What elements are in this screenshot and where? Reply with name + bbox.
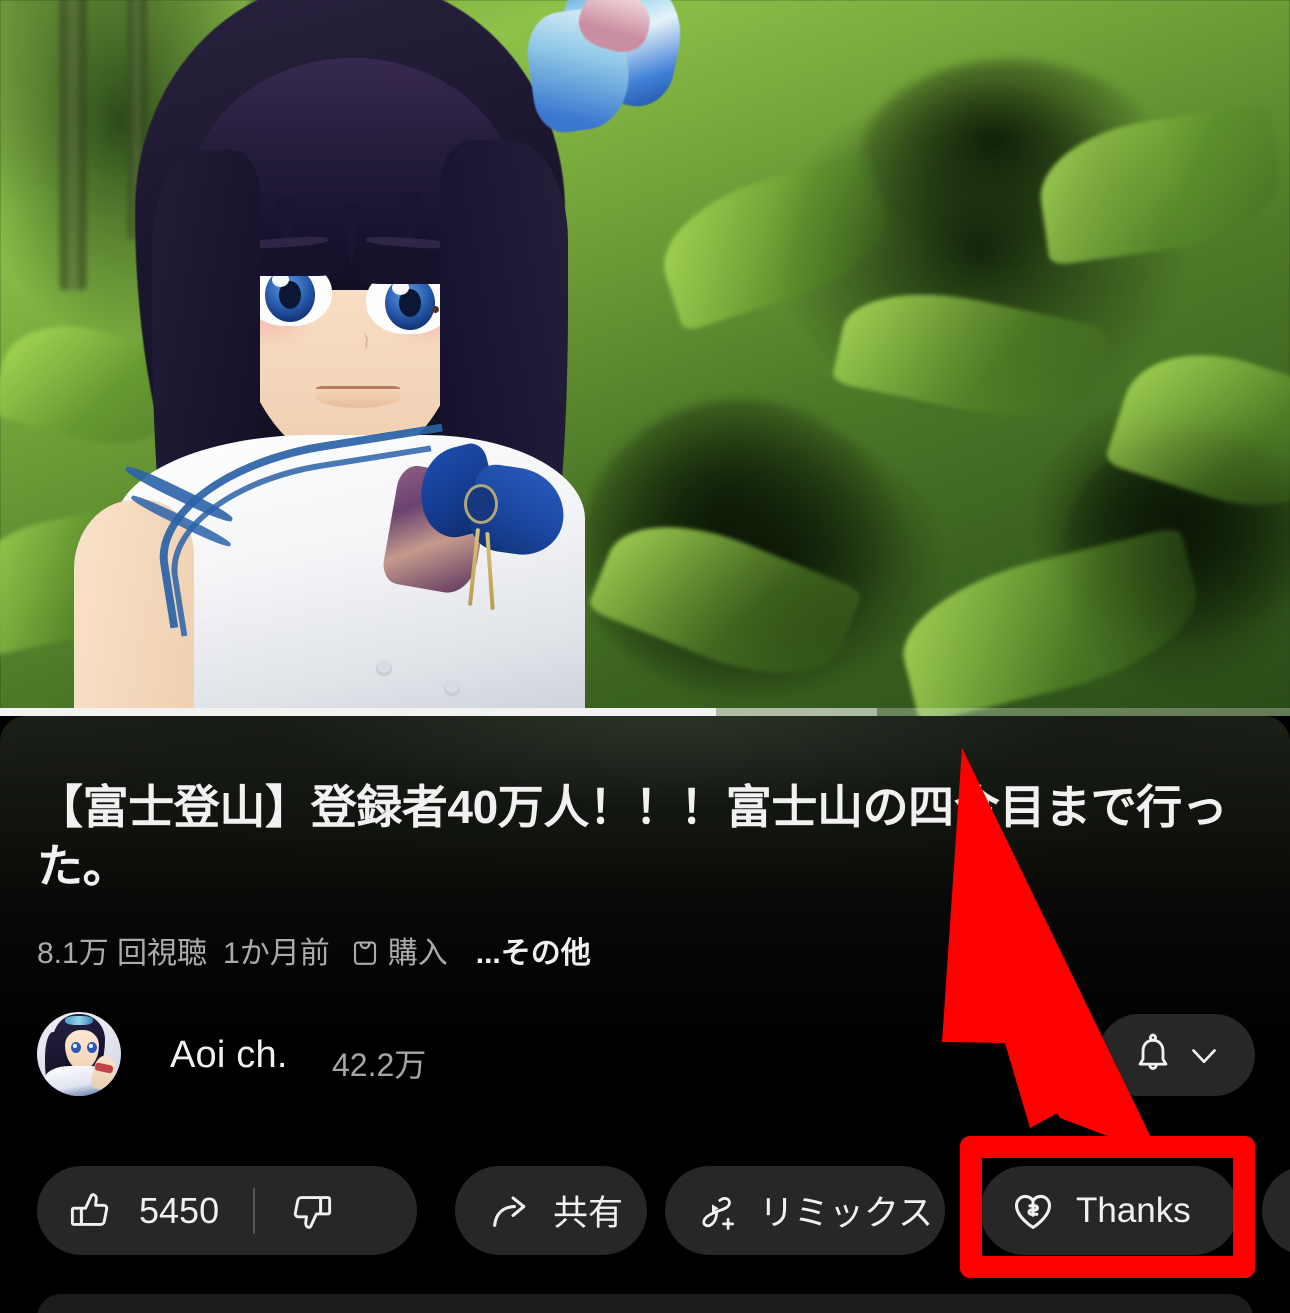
- thumbs-down-icon[interactable]: [289, 1188, 335, 1234]
- shopping-bag-icon: [350, 933, 380, 967]
- like-count: 5450: [139, 1189, 220, 1231]
- annotation-highlight-box: [960, 1136, 1255, 1278]
- channel-avatar[interactable]: [37, 1012, 121, 1096]
- remix-icon: [693, 1187, 741, 1235]
- vtuber-character: [60, 0, 693, 716]
- video-player[interactable]: [0, 0, 1290, 716]
- video-metadata[interactable]: 8.1万 回視聴 1か月前 購入 ...その他: [37, 928, 591, 972]
- overflow-action-button[interactable]: [1262, 1166, 1290, 1255]
- channel-row: Aoi ch. 42.2万: [0, 1006, 1290, 1110]
- notification-bell-button[interactable]: [1098, 1014, 1255, 1096]
- chevron-down-icon: [1186, 1037, 1222, 1073]
- channel-name[interactable]: Aoi ch.: [170, 1034, 288, 1077]
- video-title[interactable]: 【富士登山】登録者40万人！！！富士山の四合目まで行った。: [37, 778, 1255, 896]
- more-link[interactable]: ...その他: [476, 928, 591, 972]
- remix-label: リミックス: [759, 1194, 933, 1233]
- thumbs-up-icon[interactable]: [67, 1188, 113, 1234]
- subscriber-count: 42.2万: [332, 1047, 427, 1083]
- bell-icon: [1132, 1032, 1174, 1078]
- video-progress-bar[interactable]: [0, 708, 1290, 716]
- publish-date: 1か月前: [223, 937, 330, 970]
- like-dislike-group: 5450: [37, 1166, 417, 1255]
- below-fold-card[interactable]: [37, 1294, 1253, 1313]
- remix-button[interactable]: リミックス: [665, 1166, 945, 1255]
- divider: [253, 1187, 256, 1234]
- shopping-label[interactable]: 購入: [388, 928, 448, 972]
- watch-page: 【富士登山】登録者40万人！！！富士山の四合目まで行った。 8.1万 回視聴 1…: [0, 0, 1290, 1313]
- progress-fill: [0, 708, 716, 716]
- share-arrow-icon: [487, 1188, 533, 1234]
- share-label: 共有: [553, 1194, 624, 1233]
- view-count: 8.1万 回視聴: [37, 937, 208, 970]
- share-button[interactable]: 共有: [455, 1166, 647, 1255]
